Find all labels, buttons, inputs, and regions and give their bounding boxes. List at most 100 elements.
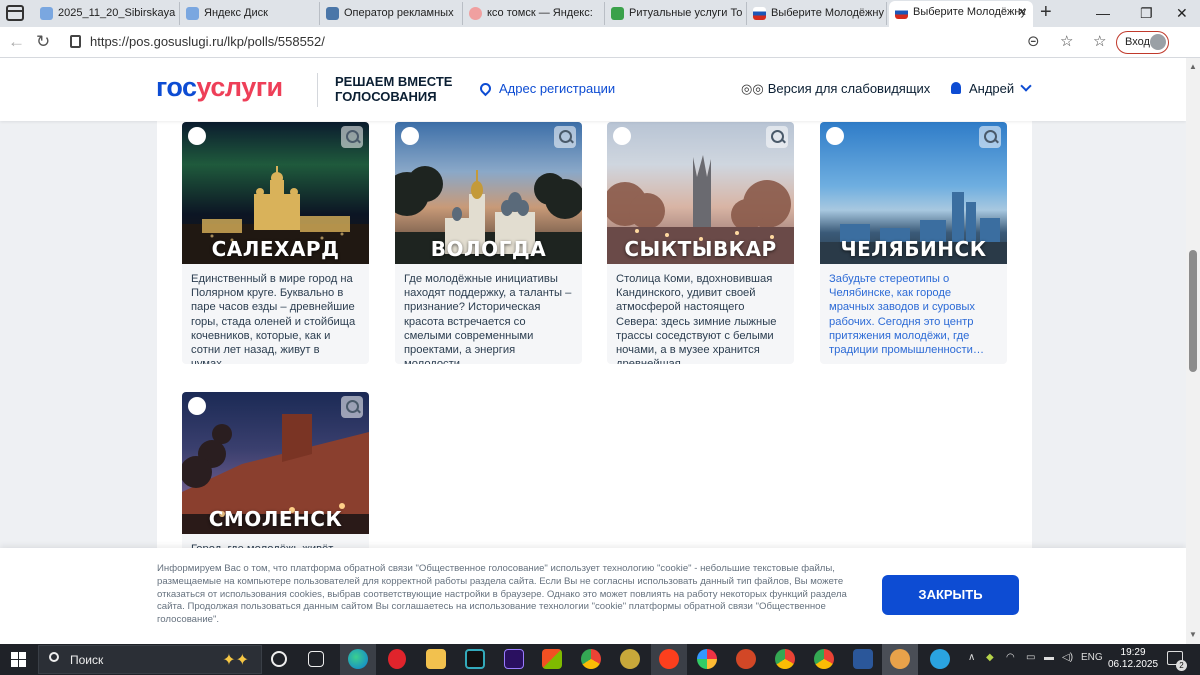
battery-icon[interactable]: ▬ bbox=[1044, 652, 1054, 663]
tray-app-icon[interactable]: ◆ bbox=[986, 652, 994, 663]
yandex-browser-icon[interactable] bbox=[659, 649, 679, 669]
gosuslugi-logo[interactable]: госуслуги bbox=[156, 72, 283, 103]
login-button[interactable]: Вход bbox=[1116, 31, 1169, 54]
option-card-salekhard[interactable]: САЛЕХАРД Единственный в мире город на По… bbox=[182, 122, 369, 364]
cloud-icon bbox=[186, 7, 199, 20]
notification-count-badge: 2 bbox=[1176, 660, 1187, 671]
scroll-up-arrow-icon[interactable]: ▲ bbox=[1189, 62, 1197, 71]
word-icon[interactable] bbox=[853, 649, 873, 669]
task-view-icon[interactable] bbox=[271, 651, 287, 667]
photos-icon[interactable] bbox=[697, 649, 717, 669]
tab-4[interactable]: ксо томск — Яндекс: bbox=[463, 2, 605, 25]
city-image[interactable]: СМОЛЕНСК bbox=[182, 392, 369, 534]
cookie-notice-text: Информируем Вас о том, что платформа обр… bbox=[157, 563, 847, 626]
city-image[interactable]: СЫКТЫВКАР bbox=[607, 122, 794, 264]
tab-6[interactable]: Выберите Молодёжну bbox=[747, 2, 887, 25]
project-title: РЕШАЕМ ВМЕСТЕ ГОЛОСОВАНИЯ bbox=[335, 74, 453, 104]
city-name: СЫКТЫВКАР bbox=[624, 237, 777, 261]
app-icon[interactable] bbox=[890, 649, 910, 669]
select-radio[interactable] bbox=[401, 127, 419, 145]
new-tab-button[interactable]: + bbox=[1040, 0, 1052, 25]
city-description: Забудьте стереотипы о Челябинске, как го… bbox=[829, 273, 985, 357]
zoom-in-icon[interactable] bbox=[766, 126, 788, 148]
city-image[interactable]: ВОЛОГДА bbox=[395, 122, 582, 264]
location-pin-icon bbox=[477, 80, 494, 97]
city-name: СМОЛЕНСК bbox=[208, 507, 343, 531]
taskbar-clock[interactable]: 19:29 06.12.2025 bbox=[1108, 647, 1158, 671]
tab-1[interactable]: 2025_11_20_Sibirskaya bbox=[34, 2, 180, 25]
premiere-icon[interactable] bbox=[504, 649, 524, 669]
tray-expand-icon[interactable]: ∧ bbox=[968, 652, 975, 663]
taskbar-search[interactable]: Поиск ✦✦ bbox=[38, 645, 262, 674]
tab-5[interactable]: Ритуальные услуги То bbox=[605, 2, 747, 25]
select-radio[interactable] bbox=[188, 127, 206, 145]
option-card-vologda[interactable]: ВОЛОГДА Где молодёжные инициативы находя… bbox=[395, 122, 582, 364]
tab-actions-icon[interactable] bbox=[6, 5, 24, 21]
close-cookie-button[interactable]: ЗАКРЫТЬ bbox=[882, 575, 1019, 615]
select-radio[interactable] bbox=[188, 397, 206, 415]
zoom-in-icon[interactable] bbox=[341, 396, 363, 418]
zoom-in-icon[interactable] bbox=[979, 126, 1001, 148]
city-name: ЧЕЛЯБИНСК bbox=[840, 237, 987, 261]
cookie-banner: Информируем Вас о том, что платформа обр… bbox=[0, 548, 1186, 644]
vk-icon bbox=[326, 7, 339, 20]
wifi-icon[interactable]: ◠ bbox=[1006, 652, 1015, 663]
chevron-down-icon bbox=[1020, 80, 1032, 92]
tab-active[interactable]: Выберите Молодёжну ✕ bbox=[889, 1, 1033, 27]
page-viewport: САЛЕХАРД Единственный в мире город на По… bbox=[0, 58, 1186, 644]
close-tab-icon[interactable]: ✕ bbox=[1017, 1, 1027, 24]
page-scrollbar[interactable]: ▲ ▼ bbox=[1186, 58, 1200, 644]
edge-icon[interactable] bbox=[348, 649, 368, 669]
city-description: Столица Коми, вдохновившая Кандинского, … bbox=[616, 273, 777, 364]
city-name: САЛЕХАРД bbox=[211, 237, 340, 261]
city-description: Единственный в мире город на Полярном кр… bbox=[191, 273, 356, 364]
zoom-in-icon[interactable] bbox=[341, 126, 363, 148]
flag-icon bbox=[753, 7, 766, 20]
accessibility-link[interactable]: ◎◎ Версия для слабовидящих bbox=[741, 81, 930, 97]
file-explorer-icon[interactable] bbox=[426, 649, 446, 669]
city-image[interactable]: САЛЕХАРД bbox=[182, 122, 369, 264]
scroll-down-arrow-icon[interactable]: ▼ bbox=[1189, 630, 1197, 639]
opera-icon[interactable] bbox=[388, 649, 406, 669]
region-link[interactable]: Адрес регистрации bbox=[477, 80, 615, 97]
address-bar: ← ↻ https://pos.gosuslugi.ru/lkp/polls/5… bbox=[0, 27, 1200, 58]
header-divider bbox=[317, 73, 318, 107]
scrollbar-thumb[interactable] bbox=[1189, 250, 1197, 372]
tray-device-icon[interactable]: ▭ bbox=[1026, 652, 1035, 663]
back-icon[interactable]: ← bbox=[8, 31, 25, 53]
zoom-in-icon[interactable] bbox=[554, 126, 576, 148]
option-card-chelyabinsk[interactable]: ЧЕЛЯБИНСК Забудьте стереотипы о Челябинс… bbox=[820, 122, 1007, 364]
favorites-bar-icon[interactable]: ☆ bbox=[1093, 32, 1106, 52]
tab-3[interactable]: Оператор рекламных bbox=[320, 2, 463, 25]
reload-icon[interactable]: ↻ bbox=[36, 31, 50, 53]
sparkle-icon: ✦✦ bbox=[222, 652, 249, 669]
chrome-icon[interactable] bbox=[581, 649, 601, 669]
widgets-icon[interactable] bbox=[308, 651, 324, 667]
store-icon[interactable] bbox=[542, 649, 562, 669]
minimize-icon[interactable]: — bbox=[1096, 0, 1110, 26]
chrome-profile-icon[interactable] bbox=[814, 649, 834, 669]
city-image[interactable]: ЧЕЛЯБИНСК bbox=[820, 122, 1007, 264]
close-window-icon[interactable]: ✕ bbox=[1176, 0, 1188, 26]
app-icon[interactable] bbox=[620, 649, 640, 669]
glasses-icon: ◎◎ bbox=[741, 81, 764, 96]
browser-tab-strip: 2025_11_20_Sibirskaya Яндекс Диск Операт… bbox=[0, 0, 1200, 27]
powerpoint-icon[interactable] bbox=[736, 649, 756, 669]
lock-icon[interactable] bbox=[70, 35, 81, 48]
user-icon bbox=[951, 82, 961, 94]
telegram-icon[interactable] bbox=[930, 649, 950, 669]
tab-2[interactable]: Яндекс Диск bbox=[180, 2, 320, 25]
favorite-star-icon[interactable]: ☆ bbox=[1060, 32, 1073, 52]
volume-icon[interactable]: ◁) bbox=[1062, 652, 1073, 663]
restore-icon[interactable]: ❐ bbox=[1140, 0, 1153, 26]
select-radio[interactable] bbox=[613, 127, 631, 145]
language-indicator[interactable]: ENG bbox=[1081, 652, 1103, 663]
chrome-profile-icon[interactable] bbox=[775, 649, 795, 669]
option-card-syktyvkar[interactable]: СЫКТЫВКАР Столица Коми, вдохновившая Кан… bbox=[607, 122, 794, 364]
user-menu[interactable]: Андрей bbox=[951, 80, 1032, 96]
more-options-icon[interactable]: ⊝ bbox=[1027, 32, 1040, 52]
windows-start-icon[interactable] bbox=[11, 652, 26, 667]
select-radio[interactable] bbox=[826, 127, 844, 145]
video-editor-icon[interactable] bbox=[465, 649, 485, 669]
url-field[interactable]: https://pos.gosuslugi.ru/lkp/polls/55855… bbox=[62, 30, 1082, 55]
